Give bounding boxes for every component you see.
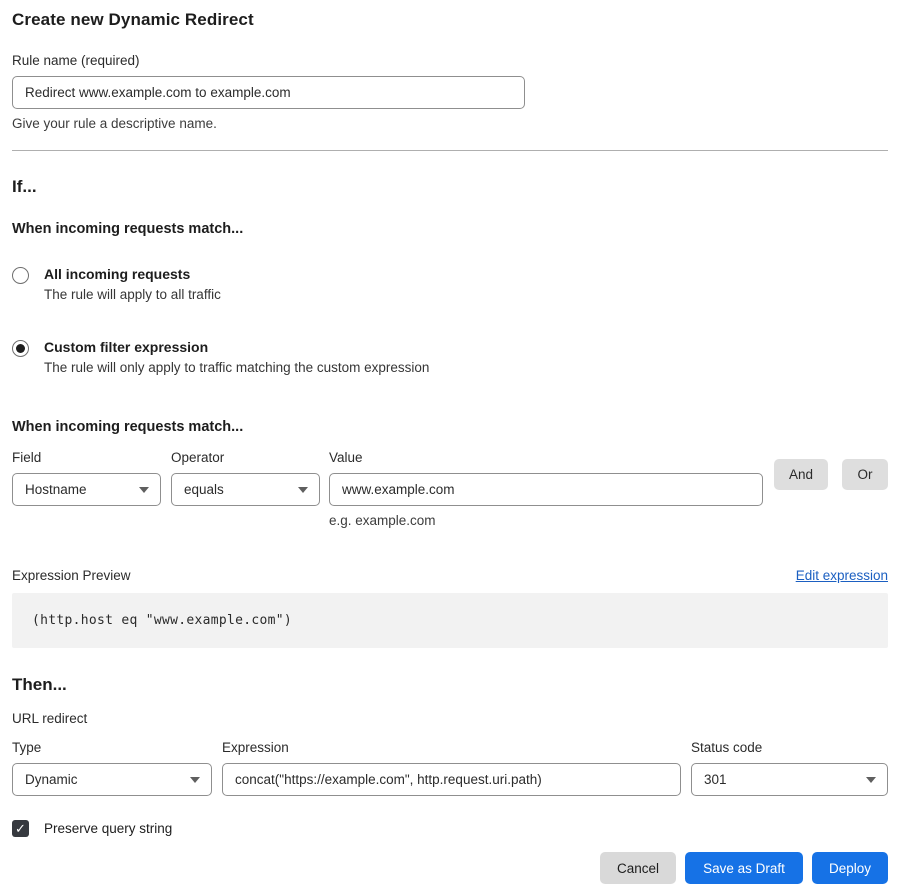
url-redirect-label: URL redirect: [12, 711, 888, 726]
if-heading: If...: [12, 177, 888, 197]
create-redirect-form: Create new Dynamic Redirect Rule name (r…: [0, 0, 907, 884]
expression-preview-header: Expression Preview Edit expression: [12, 568, 888, 583]
value-help: e.g. example.com: [329, 513, 763, 528]
rule-name-help: Give your rule a descriptive name.: [12, 116, 888, 131]
deploy-button[interactable]: Deploy: [812, 852, 888, 884]
type-select-value: Dynamic: [25, 772, 78, 787]
radio-custom-filter-label: Custom filter expression: [44, 339, 429, 355]
expression-preview-code: (http.host eq "www.example.com"): [12, 593, 888, 648]
value-input[interactable]: [329, 473, 763, 506]
operator-label: Operator: [171, 450, 320, 465]
or-button[interactable]: Or: [842, 459, 888, 490]
filter-builder-row: Field Hostname Operator equals Value e.g…: [12, 450, 888, 528]
rule-name-block: Rule name (required) Give your rule a de…: [12, 53, 888, 131]
chevron-down-icon: [139, 487, 149, 493]
status-code-select[interactable]: 301: [691, 763, 888, 796]
section-divider: [12, 150, 888, 151]
edit-expression-link[interactable]: Edit expression: [796, 568, 888, 583]
radio-all-requests-description: The rule will apply to all traffic: [44, 287, 221, 302]
radio-option-custom-filter[interactable]: Custom filter expression The rule will o…: [12, 339, 888, 375]
expression-input[interactable]: [222, 763, 681, 796]
chevron-down-icon: [190, 777, 200, 783]
and-button[interactable]: And: [774, 459, 828, 490]
value-label: Value: [329, 450, 763, 465]
field-select-value: Hostname: [25, 482, 87, 497]
expression-label: Expression: [222, 740, 681, 755]
chevron-down-icon: [298, 487, 308, 493]
redirect-config-row: Type Dynamic Expression Status code 301: [12, 740, 888, 796]
radio-all-requests[interactable]: [12, 267, 29, 284]
status-code-label: Status code: [691, 740, 888, 755]
radio-custom-filter[interactable]: [12, 340, 29, 357]
radio-option-all-requests[interactable]: All incoming requests The rule will appl…: [12, 266, 888, 302]
form-actions: Cancel Save as Draft Deploy: [12, 852, 888, 884]
preserve-query-checkbox[interactable]: ✓: [12, 820, 29, 837]
then-heading: Then...: [12, 675, 888, 695]
preserve-query-row[interactable]: ✓ Preserve query string: [12, 820, 888, 837]
save-as-draft-button[interactable]: Save as Draft: [685, 852, 803, 884]
status-code-select-value: 301: [704, 772, 727, 787]
field-label: Field: [12, 450, 161, 465]
radio-all-requests-label: All incoming requests: [44, 266, 221, 282]
operator-select-value: equals: [184, 482, 224, 497]
chevron-down-icon: [866, 777, 876, 783]
cancel-button[interactable]: Cancel: [600, 852, 676, 884]
page-title: Create new Dynamic Redirect: [12, 10, 888, 30]
filter-match-heading: When incoming requests match...: [12, 419, 888, 435]
operator-select[interactable]: equals: [171, 473, 320, 506]
radio-custom-filter-description: The rule will only apply to traffic matc…: [44, 360, 429, 375]
rule-name-input[interactable]: [12, 76, 525, 109]
rule-name-label: Rule name (required): [12, 53, 888, 68]
type-select[interactable]: Dynamic: [12, 763, 212, 796]
expression-preview-label: Expression Preview: [12, 568, 131, 583]
preserve-query-label: Preserve query string: [44, 821, 172, 836]
if-match-heading: When incoming requests match...: [12, 221, 888, 237]
field-select[interactable]: Hostname: [12, 473, 161, 506]
type-label: Type: [12, 740, 212, 755]
